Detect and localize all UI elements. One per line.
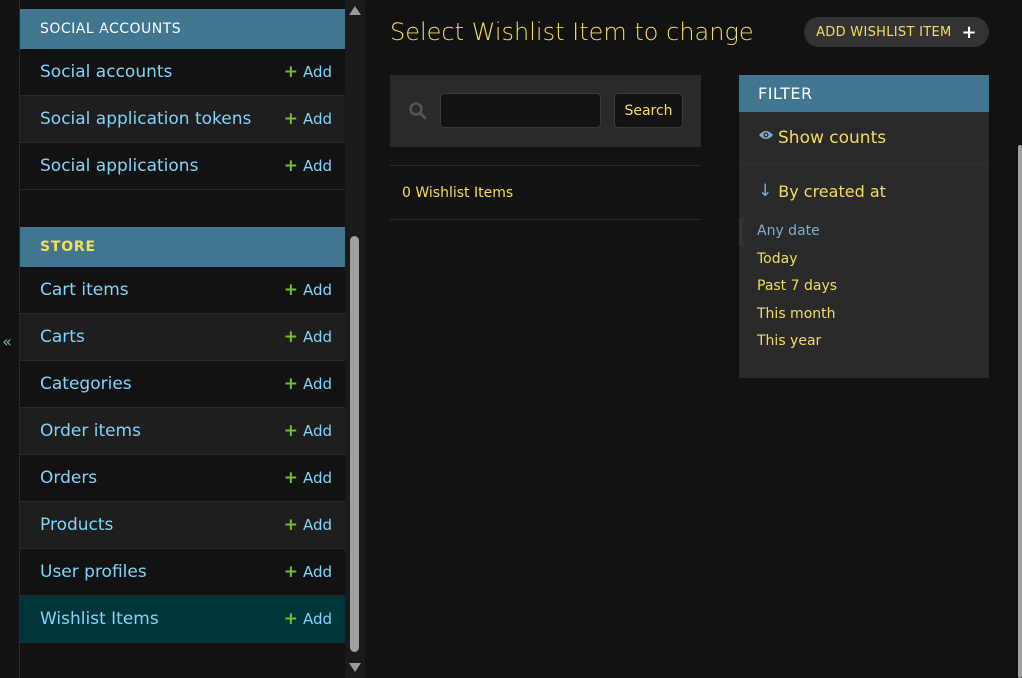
filter-options: Any date Today Past 7 days This month Th… [739, 218, 989, 356]
app-sidebar: SOCIAL ACCOUNTS Social accounts + Add Soc… [20, 0, 345, 678]
plus-icon: + [961, 21, 977, 43]
add-link-carts[interactable]: + Add [284, 328, 332, 346]
module-caption-store[interactable]: STORE [20, 227, 345, 267]
page-scrollbar[interactable] [1018, 145, 1022, 678]
filter-section-label: By created at [778, 181, 886, 201]
add-label: Add [302, 281, 332, 299]
filter-panel: FILTER Show counts ↓ By created at Any d… [739, 75, 989, 378]
divider [390, 165, 701, 166]
add-link-orders[interactable]: + Add [284, 469, 332, 487]
model-link-social-accounts[interactable]: Social accounts [40, 62, 172, 82]
filter-header: FILTER [739, 75, 989, 112]
add-label: Add [302, 110, 332, 128]
scroll-down-arrow-icon[interactable] [349, 663, 361, 672]
filter-section-title[interactable]: ↓ By created at [739, 165, 989, 201]
show-counts-label: Show counts [778, 128, 887, 148]
toggle-sidebar-icon[interactable]: « [0, 330, 14, 354]
filter-option-this-month[interactable]: This month [739, 301, 989, 329]
plus-icon: + [283, 561, 298, 582]
model-link-social-application-tokens[interactable]: Social application tokens [40, 109, 251, 129]
add-label: Add [302, 328, 332, 346]
left-gutter: « [0, 0, 20, 678]
module-spacer [20, 190, 345, 227]
plus-icon: + [283, 467, 298, 488]
main-content: Select Wishlist Item to change ADD WISHL… [365, 0, 1022, 678]
plus-icon: + [283, 514, 298, 535]
model-link-user-profiles[interactable]: User profiles [40, 562, 147, 582]
model-link-order-items[interactable]: Order items [40, 421, 141, 441]
filter-option-any-date[interactable]: Any date [739, 218, 989, 246]
search-toolbar: Search [390, 75, 701, 147]
add-link-user-profiles[interactable]: + Add [284, 563, 332, 581]
plus-icon: + [283, 279, 298, 300]
model-link-carts[interactable]: Carts [40, 327, 85, 347]
sidebar-item-products: Products + Add [20, 502, 345, 549]
sidebar-item-social-accounts: Social accounts + Add [20, 49, 345, 96]
add-link-order-items[interactable]: + Add [284, 422, 332, 440]
add-label: Add [302, 375, 332, 393]
add-button-label: ADD WISHLIST ITEM [816, 24, 952, 40]
sidebar-item-user-profiles: User profiles + Add [20, 549, 345, 596]
add-label: Add [302, 469, 332, 487]
page-title: Select Wishlist Item to change [390, 18, 754, 46]
arrow-down-icon: ↓ [758, 181, 773, 201]
add-link-categories[interactable]: + Add [284, 375, 332, 393]
add-link-social-accounts[interactable]: + Add [284, 63, 332, 81]
sidebar-item-carts: Carts + Add [20, 314, 345, 361]
model-link-products[interactable]: Products [40, 515, 113, 535]
plus-icon: + [283, 420, 298, 441]
plus-icon: + [283, 608, 298, 629]
result-count: 0 Wishlist Items [402, 185, 514, 201]
sidebar-item-order-items: Order items + Add [20, 408, 345, 455]
add-label: Add [302, 610, 332, 628]
scrollbar-thumb[interactable] [350, 236, 359, 652]
filter-option-today[interactable]: Today [739, 246, 989, 274]
model-link-social-applications[interactable]: Social applications [40, 156, 198, 176]
sidebar-item-cart-items: Cart items + Add [20, 267, 345, 314]
sidebar-item-social-application-tokens: Social application tokens + Add [20, 96, 345, 143]
model-link-categories[interactable]: Categories [40, 374, 132, 394]
model-link-orders[interactable]: Orders [40, 468, 97, 488]
filter-option-this-year[interactable]: This year [739, 328, 989, 356]
plus-icon: + [283, 373, 298, 394]
eye-icon [759, 131, 773, 139]
scroll-up-arrow-icon[interactable] [349, 6, 361, 15]
model-link-wishlist-items[interactable]: Wishlist Items [40, 609, 159, 629]
search-button[interactable]: Search [614, 93, 683, 128]
search-input[interactable] [440, 93, 601, 128]
plus-icon: + [283, 326, 298, 347]
add-link-cart-items[interactable]: + Add [284, 281, 332, 299]
add-label: Add [302, 422, 332, 440]
add-label: Add [302, 516, 332, 534]
plus-icon: + [283, 61, 298, 82]
sidebar-item-social-applications: Social applications + Add [20, 143, 345, 190]
add-link-social-applications[interactable]: + Add [284, 157, 332, 175]
sidebar-scrollbar[interactable] [345, 0, 365, 678]
add-label: Add [302, 157, 332, 175]
sidebar-item-wishlist-items: Wishlist Items + Add [20, 596, 345, 643]
plus-icon: + [283, 108, 298, 129]
add-label: Add [302, 563, 332, 581]
sidebar-item-orders: Orders + Add [20, 455, 345, 502]
add-link-wishlist-items[interactable]: + Add [284, 610, 332, 628]
model-link-cart-items[interactable]: Cart items [40, 280, 129, 300]
add-link-social-application-tokens[interactable]: + Add [284, 110, 332, 128]
plus-icon: + [283, 155, 298, 176]
divider [390, 219, 701, 220]
add-link-products[interactable]: + Add [284, 516, 332, 534]
add-wishlist-item-button[interactable]: ADD WISHLIST ITEM + [804, 17, 989, 47]
search-icon [409, 102, 427, 120]
sidebar-item-categories: Categories + Add [20, 361, 345, 408]
module-caption-social-accounts[interactable]: SOCIAL ACCOUNTS [20, 9, 345, 49]
filter-option-past-7-days[interactable]: Past 7 days [739, 273, 989, 301]
add-label: Add [302, 63, 332, 81]
show-counts-link[interactable]: Show counts [739, 112, 989, 165]
